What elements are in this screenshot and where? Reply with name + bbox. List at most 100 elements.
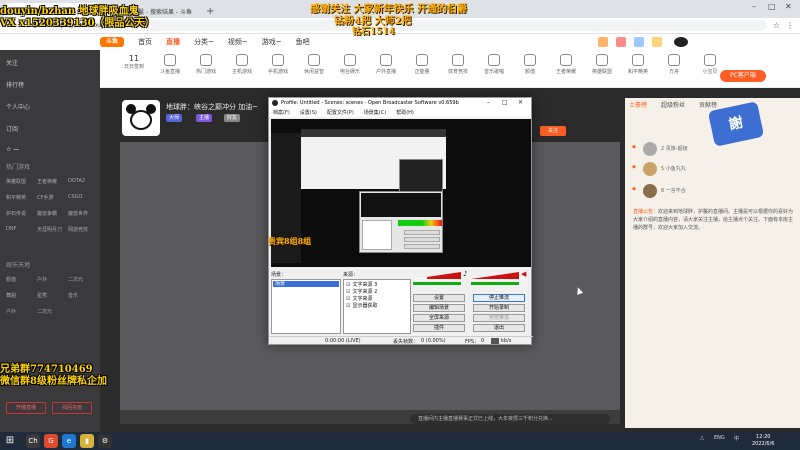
- tray-ime[interactable]: 中: [734, 435, 739, 442]
- rank-row[interactable]: 5 小鱼丸丸: [643, 162, 703, 176]
- category-item[interactable]: 英雄联盟: [588, 54, 616, 75]
- sidebar-grid-item[interactable]: 网游竞技: [68, 226, 88, 233]
- obs-minimize-icon[interactable]: –: [487, 99, 490, 106]
- taskbar-app[interactable]: e: [62, 434, 76, 448]
- rank-row[interactable]: 8 一言不合: [643, 184, 703, 198]
- source-item[interactable]: 文字来源 3: [346, 281, 377, 288]
- scene-list[interactable]: 场景: [271, 279, 341, 334]
- sidebar-grid-item[interactable]: 二次元: [37, 308, 52, 315]
- new-tab-button[interactable]: +: [200, 6, 220, 18]
- taskbar-app[interactable]: ▮: [80, 434, 94, 448]
- start-live-button[interactable]: 开播直播: [6, 402, 46, 414]
- pc-client-button[interactable]: PC客户端: [720, 70, 766, 82]
- category-item[interactable]: 体育竞技: [444, 54, 472, 75]
- taskbar-app[interactable]: Ch: [26, 434, 40, 448]
- category-item[interactable]: 方舟: [660, 54, 688, 75]
- user-avatar[interactable]: [672, 35, 690, 49]
- star-icon[interactable]: ☆: [773, 21, 780, 30]
- sidebar-grid-item[interactable]: 炉石传说: [6, 210, 26, 217]
- sidebar-grid-item[interactable]: CSGO: [68, 194, 82, 200]
- taskbar-app[interactable]: ⚙: [98, 434, 112, 448]
- sidebar-grid-item[interactable]: DNF: [6, 226, 16, 232]
- sidebar-grid-item[interactable]: 天涯明月刀: [37, 226, 62, 233]
- source-item[interactable]: 文字来源 2: [346, 288, 377, 295]
- sidebar-grid-item[interactable]: 音乐: [68, 292, 78, 299]
- category-item[interactable]: 主机游戏: [228, 54, 256, 75]
- obs-fullscreen-source-button[interactable]: 全屏来源: [413, 314, 465, 322]
- sidebar-item-follow[interactable]: 关注: [6, 58, 18, 67]
- follow-button[interactable]: 关注: [540, 126, 566, 136]
- sidebar-grid-item[interactable]: 户外: [6, 308, 16, 315]
- category-item[interactable]: 电台娱乐: [336, 54, 364, 75]
- obs-menu-item[interactable]: 场景集(C): [364, 109, 386, 116]
- source-list[interactable]: 文字来源 3 文字来源 2 文字来源 显示器获取: [343, 279, 411, 334]
- category-item[interactable]: 休闲益智: [300, 54, 328, 75]
- category-item[interactable]: 热门游戏: [192, 54, 220, 75]
- speaker-icon[interactable]: ◀: [521, 270, 526, 278]
- sidebar-grid-item[interactable]: 星秀: [37, 292, 47, 299]
- obs-maximize-icon[interactable]: □: [502, 99, 508, 106]
- obs-plugins-button[interactable]: 插件: [413, 324, 465, 332]
- sidebar-grid-item[interactable]: 王者荣耀: [37, 178, 57, 185]
- tab-contrib[interactable]: 贡献榜: [699, 100, 717, 109]
- obs-record-button[interactable]: 开始录制: [473, 304, 525, 312]
- sidebar-grid-item[interactable]: 魔兽争霸: [37, 210, 57, 217]
- message-icon[interactable]: [634, 37, 644, 47]
- sidebar-grid-item[interactable]: 户外: [37, 276, 47, 283]
- sidebar-grid-item[interactable]: CF手游: [37, 194, 53, 201]
- rank-row[interactable]: 2 贵族-超级: [643, 142, 703, 156]
- sidebar-item-subscribe[interactable]: 订阅: [6, 124, 18, 133]
- download-icon[interactable]: [598, 37, 608, 47]
- mic-volume-slider[interactable]: [413, 282, 461, 285]
- nav-category[interactable]: 分类~: [194, 37, 214, 47]
- sidebar-item-profile[interactable]: 个人中心: [6, 102, 30, 111]
- sidebar-grid-item[interactable]: 魔兽世界: [68, 210, 88, 217]
- nav-video[interactable]: 视频~: [228, 37, 248, 47]
- mic-icon[interactable]: ♪: [463, 270, 467, 278]
- recharge-button[interactable]: 找回充值: [52, 402, 92, 414]
- category-item[interactable]: 颜值: [516, 54, 544, 75]
- scene-item[interactable]: 场景: [273, 281, 339, 287]
- category-item[interactable]: 11 日日签到: [120, 54, 148, 70]
- nav-home[interactable]: 首页: [138, 37, 152, 47]
- obs-menu-item[interactable]: 档案(F): [273, 109, 290, 116]
- category-item[interactable]: 和平精英: [624, 54, 652, 75]
- obs-menu-item[interactable]: 配置文件(P): [327, 109, 354, 116]
- maximize-icon[interactable]: □: [768, 2, 776, 11]
- tab-rank[interactable]: 土豪榜: [629, 100, 647, 109]
- obs-preview-button[interactable]: 预览推流: [473, 314, 525, 322]
- source-item[interactable]: 显示器获取: [346, 302, 377, 309]
- obs-exit-button[interactable]: 退出: [473, 324, 525, 332]
- streamer-avatar[interactable]: [122, 100, 160, 136]
- taskbar-app[interactable]: G: [44, 434, 58, 448]
- category-item[interactable]: 斗鱼直播: [156, 54, 184, 75]
- nav-yuba[interactable]: 鱼吧: [296, 37, 310, 47]
- minimize-icon[interactable]: –: [752, 2, 756, 11]
- taskbar-clock[interactable]: 12:20 2022/6/6: [752, 434, 774, 448]
- obs-menu-item[interactable]: 设置(S): [300, 109, 317, 116]
- windows-start-icon[interactable]: ⊞: [3, 434, 17, 448]
- category-item[interactable]: 音乐歌唱: [480, 54, 508, 75]
- obs-close-icon[interactable]: ✕: [518, 99, 523, 106]
- category-item[interactable]: 王者荣耀: [552, 54, 580, 75]
- task-icon[interactable]: [652, 37, 662, 47]
- sidebar-grid-item[interactable]: 英雄联盟: [6, 178, 26, 185]
- obs-menu-item[interactable]: 帮助(H): [396, 109, 414, 116]
- obs-settings-button[interactable]: 设置: [413, 294, 465, 302]
- nav-game[interactable]: 游戏~: [262, 37, 282, 47]
- sidebar-grid-item[interactable]: DOTA2: [68, 178, 85, 184]
- category-item[interactable]: 小宝贝: [696, 54, 724, 75]
- tray-chevron-icon[interactable]: △: [700, 435, 704, 441]
- menu-icon[interactable]: ⋮: [786, 21, 794, 30]
- sidebar-item-rank[interactable]: 排行榜: [6, 80, 24, 89]
- close-icon[interactable]: ✕: [785, 2, 792, 11]
- obs-stop-stream-button[interactable]: 停止推流: [473, 294, 525, 302]
- sidebar-grid-item[interactable]: 颜值: [6, 276, 16, 283]
- tab-fans[interactable]: 超级粉丝: [661, 100, 685, 109]
- category-item[interactable]: 正能量: [408, 54, 436, 75]
- source-item[interactable]: 文字来源: [346, 295, 372, 302]
- category-item[interactable]: 户外直播: [372, 54, 400, 75]
- category-item[interactable]: 手机游戏: [264, 54, 292, 75]
- nav-live[interactable]: 直播: [166, 37, 180, 47]
- site-logo[interactable]: 斗鱼: [100, 37, 124, 47]
